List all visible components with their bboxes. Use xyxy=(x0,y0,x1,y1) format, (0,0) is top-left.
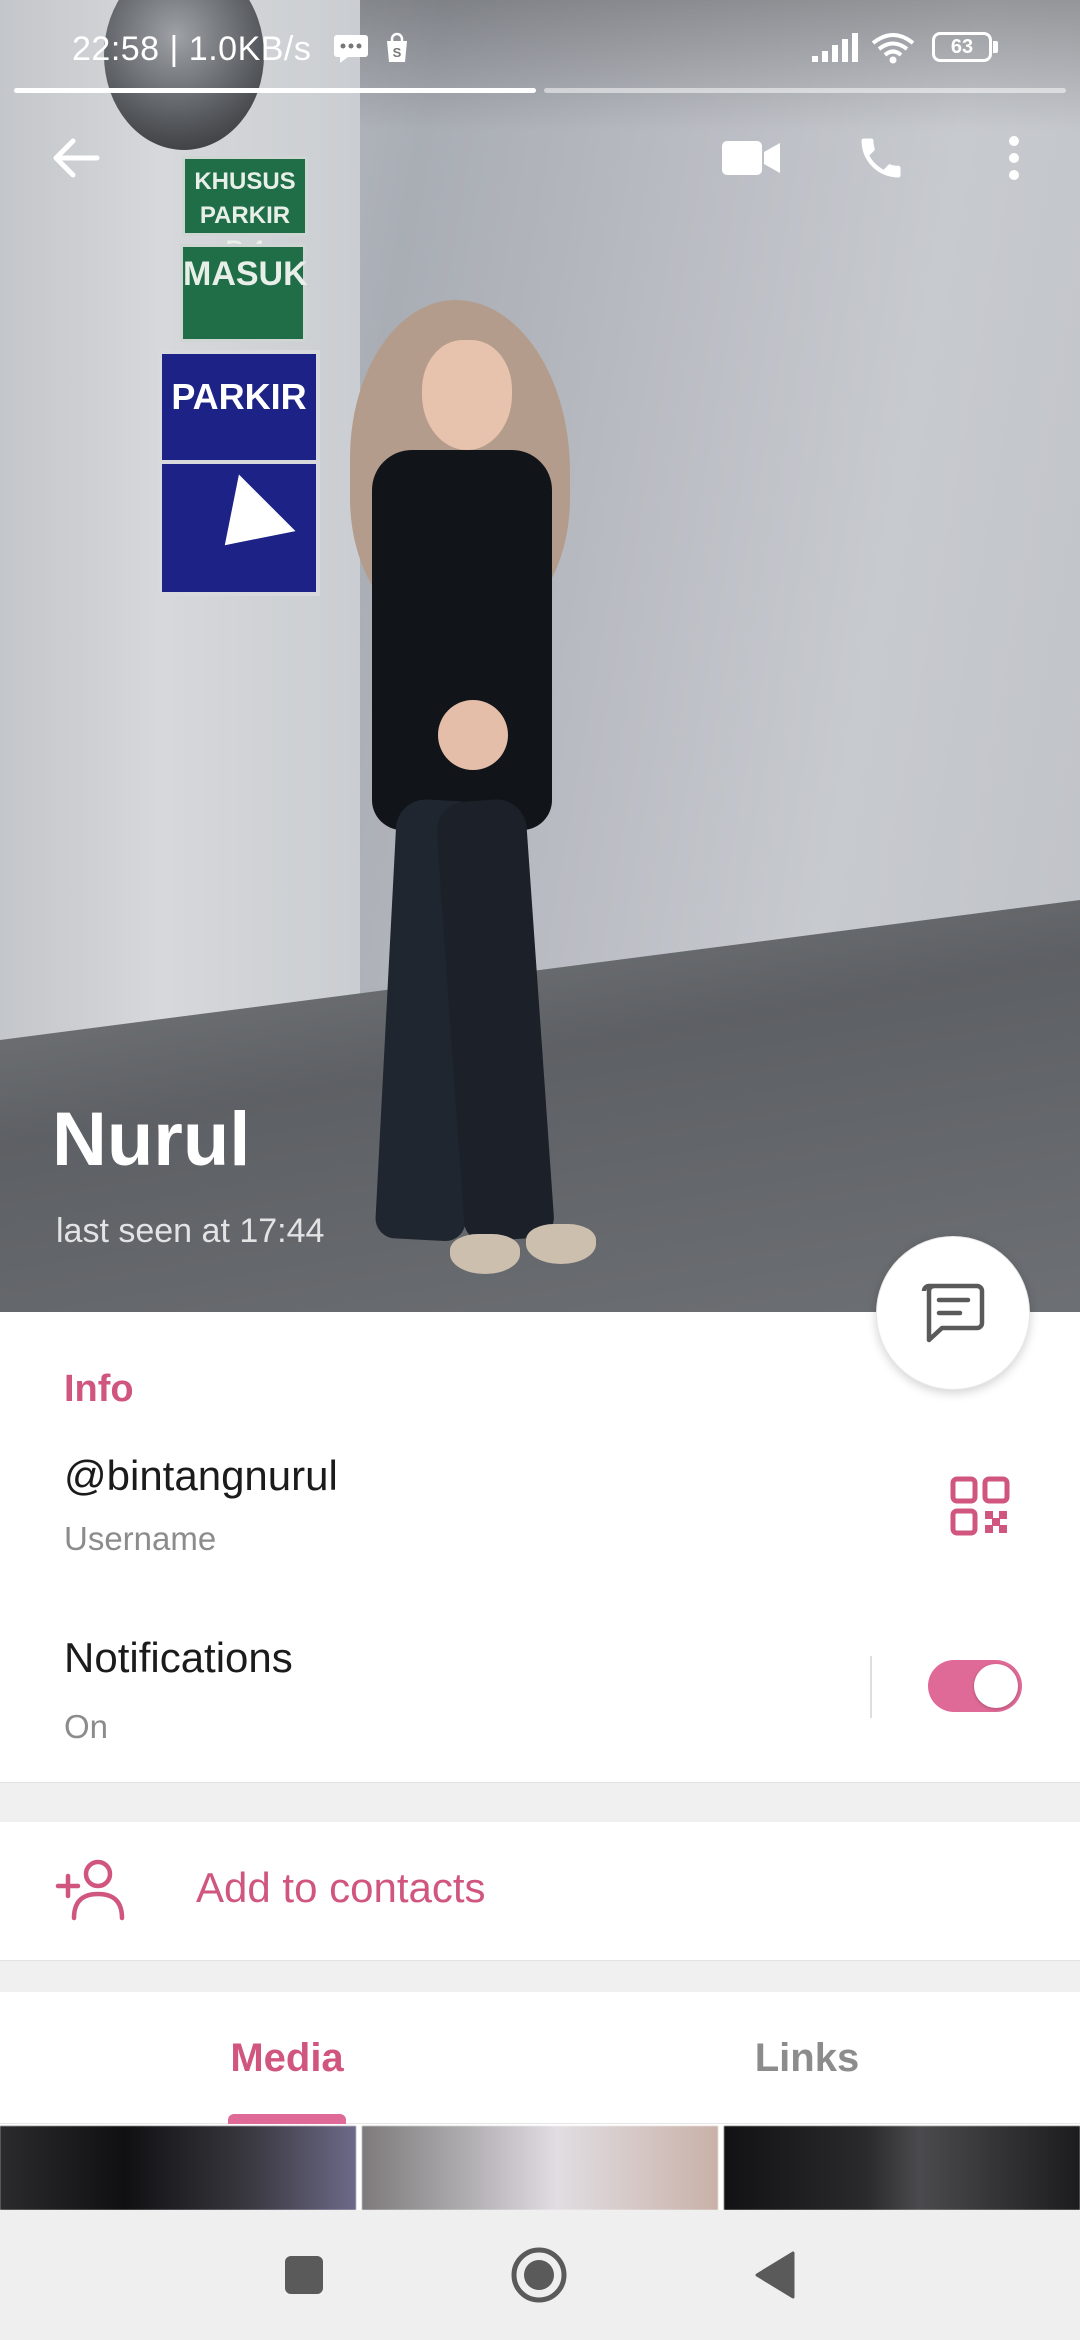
photo-sign-divider xyxy=(162,460,316,464)
story-progress-1 xyxy=(14,88,536,93)
phone-icon xyxy=(861,138,901,178)
signal-icon xyxy=(812,33,858,62)
notifications-divider xyxy=(870,1656,872,1718)
toggle-knob xyxy=(974,1664,1018,1708)
username-value[interactable]: @bintangnurul xyxy=(64,1452,338,1500)
back-triangle-icon xyxy=(755,2251,795,2299)
shopee-bag-icon: S xyxy=(387,32,407,62)
photo-sign-parkir: PARKIR xyxy=(158,350,320,596)
square-icon xyxy=(285,2256,323,2294)
add-to-contacts-row[interactable]: Add to contacts xyxy=(0,1822,1080,1960)
photo-shoe-left xyxy=(450,1234,520,1274)
add-person-icon xyxy=(55,1859,125,1921)
recents-button[interactable] xyxy=(269,2240,339,2310)
media-thumbnail[interactable] xyxy=(0,2126,356,2210)
media-thumbnail[interactable] xyxy=(724,2126,1080,2210)
battery-level: 63 xyxy=(950,36,974,58)
photo-hands xyxy=(438,700,508,770)
system-navigation-bar xyxy=(0,2210,1080,2340)
status-time: 22:58 | 1.0KB/s xyxy=(72,30,312,68)
photo-person xyxy=(330,300,596,1300)
more-options-button[interactable] xyxy=(974,118,1054,198)
media-thumbnail[interactable] xyxy=(362,2126,718,2210)
notifications-value: On xyxy=(64,1708,109,1745)
call-button[interactable] xyxy=(841,118,921,198)
shared-content-tabs: Media Links xyxy=(0,1992,1080,2124)
more-vert-icon xyxy=(1009,136,1019,180)
username-label: Username xyxy=(64,1520,217,1557)
back-nav-button[interactable] xyxy=(740,2240,810,2310)
svg-text:S: S xyxy=(393,45,402,60)
photo-sign-arrow xyxy=(196,474,296,574)
photo-torso xyxy=(372,450,552,830)
info-section: Info @bintangnurul Username Notification… xyxy=(0,1312,1080,1782)
status-bar: 22:58 | 1.0KB/s S 63 xyxy=(0,0,1080,96)
photo-sign-parkir-text: PARKIR xyxy=(171,376,307,417)
send-message-button[interactable] xyxy=(876,1236,1030,1390)
notifications-title[interactable]: Notifications xyxy=(64,1634,293,1682)
story-progress-2 xyxy=(544,88,1066,93)
qr-code-icon[interactable] xyxy=(950,1476,1010,1536)
message-icon xyxy=(921,1283,985,1343)
media-grid xyxy=(0,2126,1080,2210)
photo-sign-khusus: KHUSUS PARKIR R-4 xyxy=(182,156,308,263)
info-header: Info xyxy=(64,1368,134,1410)
home-circle-icon xyxy=(511,2247,567,2303)
wifi-icon xyxy=(871,33,915,64)
active-tab-indicator xyxy=(228,2114,346,2124)
profile-name: Nurul xyxy=(52,1097,251,1182)
message-notification-icon xyxy=(334,35,368,63)
photo-sign-masuk: MASUK xyxy=(180,244,308,342)
photo-shoe-right xyxy=(526,1224,596,1264)
tab-media[interactable]: Media xyxy=(0,1992,574,2124)
back-button[interactable] xyxy=(36,118,116,198)
section-gap-2 xyxy=(0,1960,1080,1992)
battery-icon: 63 xyxy=(932,32,998,64)
video-call-button[interactable] xyxy=(711,118,791,198)
video-call-icon xyxy=(722,141,780,175)
section-gap xyxy=(0,1782,1080,1822)
notifications-toggle[interactable] xyxy=(928,1660,1022,1712)
home-button[interactable] xyxy=(504,2240,574,2310)
photo-face xyxy=(422,340,512,450)
last-seen-status: last seen at 17:44 xyxy=(56,1212,325,1250)
add-to-contacts-label: Add to contacts xyxy=(196,1864,486,1911)
arrow-back-icon xyxy=(53,138,100,178)
tab-links[interactable]: Links xyxy=(574,1992,1040,2124)
